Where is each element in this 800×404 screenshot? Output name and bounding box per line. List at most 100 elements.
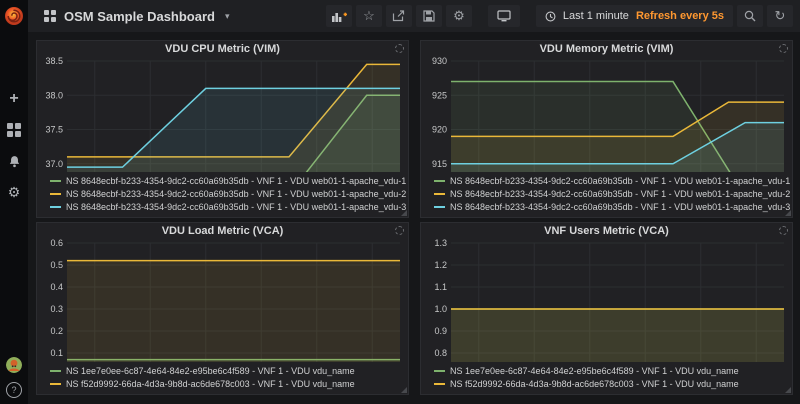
legend-series-name[interactable]: NS 8648ecbf-b233-4354-9dc2-cc60a69b35db …: [66, 189, 406, 199]
panel-resize-handle[interactable]: [401, 387, 407, 393]
legend-color-dash-icon: [434, 370, 445, 372]
settings-button[interactable]: ⚙: [446, 5, 472, 27]
legend-color-dash-icon: [434, 193, 445, 195]
legend-series-name[interactable]: NS 8648ecbf-b233-4354-9dc2-cc60a69b35db …: [450, 202, 790, 212]
legend-color-dash-icon: [434, 383, 445, 385]
legend-item[interactable]: NS f52d9992-66da-4d3a-9b8d-ac6de678c003 …: [50, 377, 408, 390]
star-button[interactable]: ☆: [356, 5, 382, 27]
dashboard-squares-icon: [44, 10, 56, 22]
chevron-down-icon[interactable]: ▾: [225, 11, 230, 22]
zoom-out-button[interactable]: [737, 5, 763, 27]
legend-item[interactable]: NS 8648ecbf-b233-4354-9dc2-cc60a69b35db …: [434, 174, 792, 187]
dashboard-title[interactable]: OSM Sample Dashboard: [64, 9, 215, 24]
y-axis-tick-label: 0.8: [434, 348, 447, 358]
chart-canvas[interactable]: 00.10.20.30.40.50.615:08:4015:08:5015:09…: [37, 239, 408, 362]
share-button[interactable]: [386, 5, 412, 27]
y-axis-tick-label: 0.1: [50, 348, 63, 358]
panel-loading-spinner-icon: [779, 44, 788, 53]
legend-series-name[interactable]: NS 8648ecbf-b233-4354-9dc2-cc60a69b35db …: [450, 189, 790, 199]
dashboard-title-group[interactable]: OSM Sample Dashboard ▾: [44, 9, 230, 24]
chart-area[interactable]: 0.70.80.91.01.11.21.315:08:4015:08:5015:…: [421, 239, 792, 362]
y-axis-tick-label: 37.0: [45, 159, 63, 169]
legend-item[interactable]: NS 8648ecbf-b233-4354-9dc2-cc60a69b35db …: [434, 200, 792, 213]
legend-item[interactable]: NS 1ee7e0ee-6c87-4e64-84e2-e95be6c4f589 …: [434, 364, 792, 377]
help-icon[interactable]: ?: [6, 382, 22, 398]
legend-color-dash-icon: [50, 206, 61, 208]
legend-item[interactable]: NS 8648ecbf-b233-4354-9dc2-cc60a69b35db …: [50, 200, 408, 213]
series-area: [451, 309, 784, 362]
panel-header: VDU Memory Metric (VIM): [421, 41, 792, 57]
panel-header: VNF Users Metric (VCA): [421, 223, 792, 239]
y-axis-tick-label: 925: [432, 90, 447, 100]
panel-title[interactable]: VDU CPU Metric (VIM): [165, 43, 280, 55]
tv-mode-button[interactable]: [488, 5, 520, 27]
alerting-bell-icon[interactable]: [5, 152, 23, 170]
legend-series-name[interactable]: NS 1ee7e0ee-6c87-4e64-84e2-e95be6c4f589 …: [66, 366, 355, 376]
legend-series-name[interactable]: NS f52d9992-66da-4d3a-9b8d-ac6de678c003 …: [66, 379, 355, 389]
panel-title[interactable]: VDU Memory Metric (VIM): [540, 43, 674, 55]
add-panel-button[interactable]: [326, 5, 352, 27]
grafana-logo[interactable]: [4, 6, 24, 26]
create-plus-icon[interactable]: +: [5, 90, 23, 108]
legend-series-name[interactable]: NS 8648ecbf-b233-4354-9dc2-cc60a69b35db …: [450, 176, 790, 186]
configuration-gear-icon[interactable]: ⚙: [5, 183, 23, 201]
panel-loading-spinner-icon: [395, 44, 404, 53]
left-sidebar: + ⚙ ?: [0, 0, 28, 404]
panel-title[interactable]: VNF Users Metric (VCA): [544, 225, 669, 237]
legend-item[interactable]: NS 8648ecbf-b233-4354-9dc2-cc60a69b35db …: [434, 187, 792, 200]
y-axis-tick-label: 915: [432, 159, 447, 169]
panel-vnf-users: VNF Users Metric (VCA) 0.70.80.91.01.11.…: [420, 222, 793, 395]
panel-resize-handle[interactable]: [401, 210, 407, 216]
legend-color-dash-icon: [50, 180, 61, 182]
panel-title[interactable]: VDU Load Metric (VCA): [162, 225, 284, 237]
time-picker-button[interactable]: Last 1 minute Refresh every 5s: [536, 5, 733, 27]
panel-vdu-memory: VDU Memory Metric (VIM) 9109159209259301…: [420, 40, 793, 218]
panel-header: VDU CPU Metric (VIM): [37, 41, 408, 57]
panel-loading-spinner-icon: [779, 226, 788, 235]
legend-item[interactable]: NS 8648ecbf-b233-4354-9dc2-cc60a69b35db …: [50, 187, 408, 200]
panel-resize-handle[interactable]: [785, 387, 791, 393]
y-axis-tick-label: 0.9: [434, 326, 447, 336]
chart-area[interactable]: 00.10.20.30.40.50.615:08:4015:08:5015:09…: [37, 239, 408, 362]
y-axis-tick-label: 920: [432, 125, 447, 135]
legend-item[interactable]: NS 1ee7e0ee-6c87-4e64-84e2-e95be6c4f589 …: [50, 364, 408, 377]
user-avatar[interactable]: [6, 357, 22, 373]
y-axis-tick-label: 0.3: [50, 304, 63, 314]
y-axis-tick-label: 0.5: [50, 260, 63, 270]
legend-series-name[interactable]: NS 1ee7e0ee-6c87-4e64-84e2-e95be6c4f589 …: [450, 366, 739, 376]
panel-resize-handle[interactable]: [785, 210, 791, 216]
chart-area[interactable]: 36.537.037.538.038.515:08:4015:08:5015:0…: [37, 57, 408, 172]
legend-series-name[interactable]: NS 8648ecbf-b233-4354-9dc2-cc60a69b35db …: [66, 176, 406, 186]
y-axis-tick-label: 0.4: [50, 282, 63, 292]
legend-series-name[interactable]: NS f52d9992-66da-4d3a-9b8d-ac6de678c003 …: [450, 379, 739, 389]
legend-item[interactable]: NS 8648ecbf-b233-4354-9dc2-cc60a69b35db …: [50, 174, 408, 187]
panel-loading-spinner-icon: [395, 226, 404, 235]
dashboards-icon[interactable]: [5, 121, 23, 139]
y-axis-tick-label: 1.3: [434, 239, 447, 248]
legend-item[interactable]: NS f52d9992-66da-4d3a-9b8d-ac6de678c003 …: [434, 377, 792, 390]
chart-canvas[interactable]: 36.537.037.538.038.515:08:4015:08:5015:0…: [37, 57, 408, 172]
time-range-label: Last 1 minute: [563, 10, 629, 22]
legend-color-dash-icon: [50, 193, 61, 195]
legend-color-dash-icon: [434, 180, 445, 182]
legend-color-dash-icon: [50, 383, 61, 385]
refresh-button[interactable]: ↻: [767, 5, 793, 27]
y-axis-tick-label: 37.5: [45, 125, 63, 135]
y-axis-tick-label: 1.0: [434, 304, 447, 314]
panel-legend: NS 1ee7e0ee-6c87-4e64-84e2-e95be6c4f589 …: [37, 362, 408, 394]
panel-legend: NS 8648ecbf-b233-4354-9dc2-cc60a69b35db …: [37, 172, 408, 217]
legend-series-name[interactable]: NS 8648ecbf-b233-4354-9dc2-cc60a69b35db …: [66, 202, 406, 212]
chart-area[interactable]: 91091592092593015:08:4015:08:5015:09:001…: [421, 57, 792, 172]
legend-color-dash-icon: [434, 206, 445, 208]
refresh-interval-label: Refresh every 5s: [636, 10, 724, 22]
save-button[interactable]: [416, 5, 442, 27]
y-axis-tick-label: 930: [432, 57, 447, 66]
panel-legend: NS 1ee7e0ee-6c87-4e64-84e2-e95be6c4f589 …: [421, 362, 792, 394]
y-axis-tick-label: 0.6: [50, 239, 63, 248]
chart-canvas[interactable]: 0.70.80.91.01.11.21.315:08:4015:08:5015:…: [421, 239, 792, 362]
dashboards-grid-glyph: [7, 123, 21, 137]
chart-canvas[interactable]: 91091592092593015:08:4015:08:5015:09:001…: [421, 57, 792, 172]
y-axis-tick-label: 1.1: [434, 282, 447, 292]
y-axis-tick-label: 38.0: [45, 90, 63, 100]
legend-color-dash-icon: [50, 370, 61, 372]
